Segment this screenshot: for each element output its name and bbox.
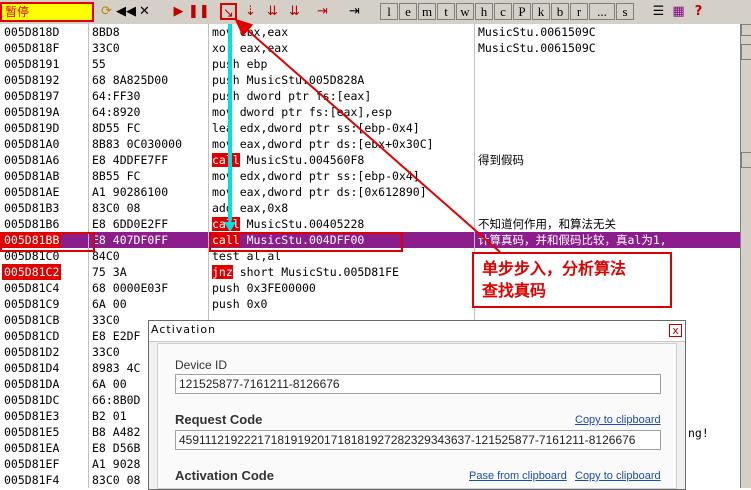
request-code-label: Request Code — [175, 412, 263, 427]
activation-dialog: Activation x Device ID 121525877-7161211… — [148, 320, 686, 490]
dialog-titlebar[interactable]: Activation x — [149, 321, 685, 342]
device-id-label: Device ID — [175, 358, 228, 372]
dialog-body: Device ID 121525877-7161211-8126676 Requ… — [157, 343, 677, 489]
copy-request-link[interactable]: Copy to clipboard — [575, 414, 661, 426]
cyan-arrowhead — [224, 222, 236, 232]
paste-activation-link[interactable]: Pase from clipboard — [469, 470, 567, 482]
dialog-title: Activation — [151, 323, 217, 336]
arrow-to-step-into — [234, 18, 501, 253]
activation-code-label: Activation Code — [175, 468, 274, 483]
dialog-close-button[interactable]: x — [669, 324, 682, 337]
device-id-field[interactable]: 121525877-7161211-8126676 — [175, 374, 661, 394]
copy-activation-link[interactable]: Copy to clipboard — [575, 470, 661, 482]
request-code-field[interactable]: 4591112192221718191920171818192728232934… — [175, 430, 661, 450]
